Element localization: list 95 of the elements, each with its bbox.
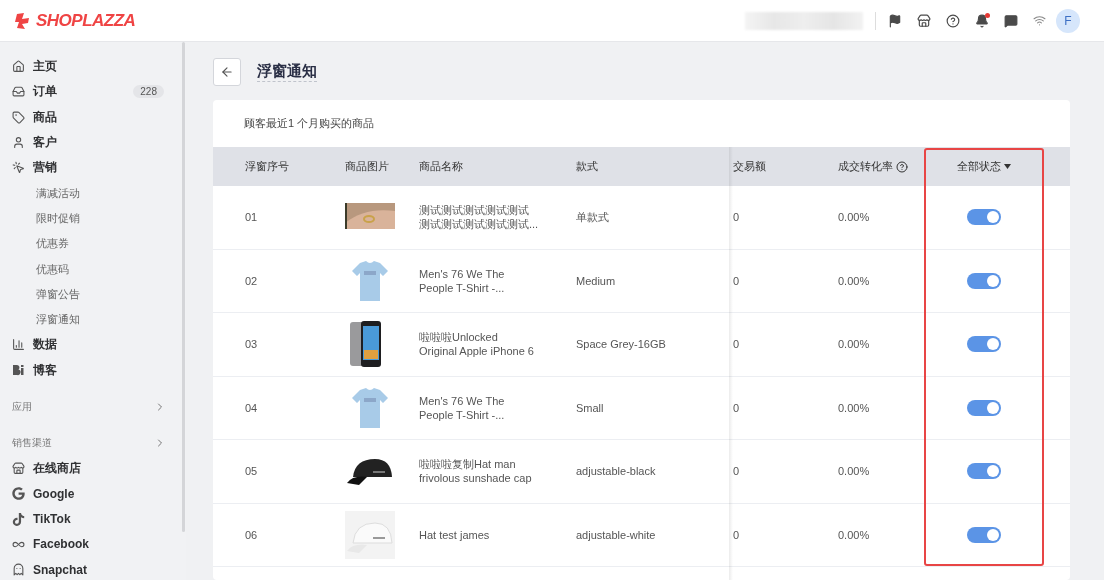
back-button[interactable] <box>213 58 241 86</box>
table-cell-text: 0.00% <box>838 400 871 415</box>
bell-icon[interactable] <box>975 13 989 28</box>
google-icon <box>12 487 25 501</box>
nav-item[interactable]: Google <box>12 481 180 507</box>
table-cell-text: 05 <box>245 464 259 479</box>
toggle-switch[interactable] <box>967 399 1001 416</box>
product-name[interactable]: frivolous sunshade cap <box>419 471 576 486</box>
tag-icon <box>12 110 25 124</box>
table-cell-text: adjustable-black <box>576 464 657 479</box>
section-title: 顾客最近1 个月购买的商品 <box>244 116 375 131</box>
flag-icon[interactable] <box>888 13 902 28</box>
section-header[interactable]: 销售渠道 <box>12 430 180 456</box>
nav-item[interactable]: 营销 <box>12 155 180 181</box>
product-name[interactable]: 测试测试测试测试测试 <box>419 203 576 218</box>
nav-subitem[interactable]: 优惠券 <box>12 231 180 257</box>
nav-item[interactable]: Snapchat <box>12 557 180 580</box>
section-header[interactable]: 应用 <box>12 394 180 420</box>
help-icon[interactable] <box>946 13 960 28</box>
nav-item[interactable]: 订单 228 <box>12 79 180 105</box>
nav-subitem[interactable]: 限时促销 <box>12 205 180 232</box>
nav-item[interactable]: 商品 <box>12 104 180 130</box>
table-cell-text: 0.00% <box>838 273 871 288</box>
table-cell-text: Space Grey-16GB <box>576 337 667 352</box>
storefront-icon <box>12 462 25 475</box>
nav-item[interactable]: Facebook <box>12 531 180 558</box>
product-name[interactable]: Men's 76 We The <box>419 266 576 281</box>
nav-item[interactable]: 博客 <box>12 357 180 383</box>
product-name[interactable]: People T-Shirt -... <box>419 407 576 422</box>
avatar[interactable]: F <box>1056 8 1080 33</box>
logo-text: SHOPLAZZA <box>36 10 136 31</box>
arrow-left-icon <box>220 65 234 79</box>
table-cell-text: 0.00% <box>838 527 871 542</box>
nav-item[interactable]: 主页 <box>12 54 180 80</box>
product-name[interactable]: People T-Shirt -... <box>419 280 576 295</box>
column-header: 款式 <box>576 159 599 174</box>
table-cell-text: adjustable-white <box>576 527 657 542</box>
home-icon <box>12 60 25 74</box>
table-cell-text: 02 <box>245 273 259 288</box>
inbox-icon <box>12 85 25 99</box>
table-cell-text: 03 <box>245 337 259 352</box>
tiktok-icon <box>12 512 25 526</box>
table-cell-text: 0 <box>733 464 741 479</box>
column-header: 商品图片 <box>345 159 390 174</box>
column-header: 商品名称 <box>419 159 464 174</box>
wifi-icon <box>1033 14 1046 27</box>
table-cell-text: 0.00% <box>838 210 871 225</box>
table-cell-text: 04 <box>245 400 259 415</box>
table-cell-text: 0.00% <box>838 337 871 352</box>
product-name[interactable]: Original Apple iPhone 6 <box>419 344 576 359</box>
bar-chart-icon <box>12 338 25 352</box>
product-name[interactable]: 啦啦啦复制Hat man <box>419 457 576 472</box>
table-cell-text: 0 <box>733 337 741 352</box>
table-cell-text: 06 <box>245 527 259 542</box>
nav-item[interactable]: TikTok <box>12 506 180 532</box>
logo-icon <box>14 11 32 30</box>
table-cell-text: 0.00% <box>838 464 871 479</box>
toggle-switch[interactable] <box>967 272 1001 289</box>
table-cell-text: 0 <box>733 273 741 288</box>
help-icon[interactable] <box>896 160 908 173</box>
nav-item[interactable]: 客户 <box>12 129 180 156</box>
storefront-icon[interactable] <box>917 13 931 28</box>
column-header: 浮窗序号 <box>245 159 290 174</box>
table-cell-text: 0 <box>733 527 741 542</box>
message-icon[interactable] <box>1004 13 1018 28</box>
column-header: 成交转化率 <box>838 159 893 174</box>
toggle-switch[interactable] <box>967 526 1001 543</box>
table-cell-text: Medium <box>576 273 617 288</box>
table-cell-text: 单款式 <box>576 210 610 225</box>
toggle-switch[interactable] <box>967 209 1001 226</box>
product-name[interactable]: 测试测试测试测试测试... <box>419 217 576 232</box>
caret-icon <box>1004 164 1011 169</box>
toggle-switch[interactable] <box>967 336 1001 353</box>
table-cell-text: 01 <box>245 210 259 225</box>
table-cell-text: Small <box>576 400 605 415</box>
blog-icon <box>12 363 25 377</box>
nav-subitem[interactable]: 满减活动 <box>12 180 180 206</box>
table-cell-text: 0 <box>733 210 741 225</box>
count-badge: 228 <box>133 85 164 99</box>
product-name[interactable]: Hat test james <box>419 527 576 542</box>
nav-item[interactable]: 在线商店 <box>12 455 180 482</box>
product-name[interactable]: 啦啦啦Unlocked <box>419 330 576 345</box>
product-name[interactable]: Men's 76 We The <box>419 393 576 408</box>
person-icon <box>12 136 25 150</box>
table-cell-text: 0 <box>733 400 741 415</box>
nav-subitem[interactable]: 优惠码 <box>12 256 180 282</box>
nav-item[interactable]: 数据 <box>12 332 180 358</box>
nav-subitem[interactable]: 浮窗通知 <box>12 306 180 333</box>
page-title: 浮窗通知 <box>257 62 317 82</box>
toggle-switch[interactable] <box>967 463 1001 480</box>
pointer-click-icon <box>12 161 25 175</box>
nav-subitem[interactable]: 弹窗公告 <box>12 281 180 307</box>
status-filter[interactable]: 全部状态 <box>957 159 1011 174</box>
column-header: 交易额 <box>733 159 767 174</box>
ghost-icon <box>12 563 25 577</box>
